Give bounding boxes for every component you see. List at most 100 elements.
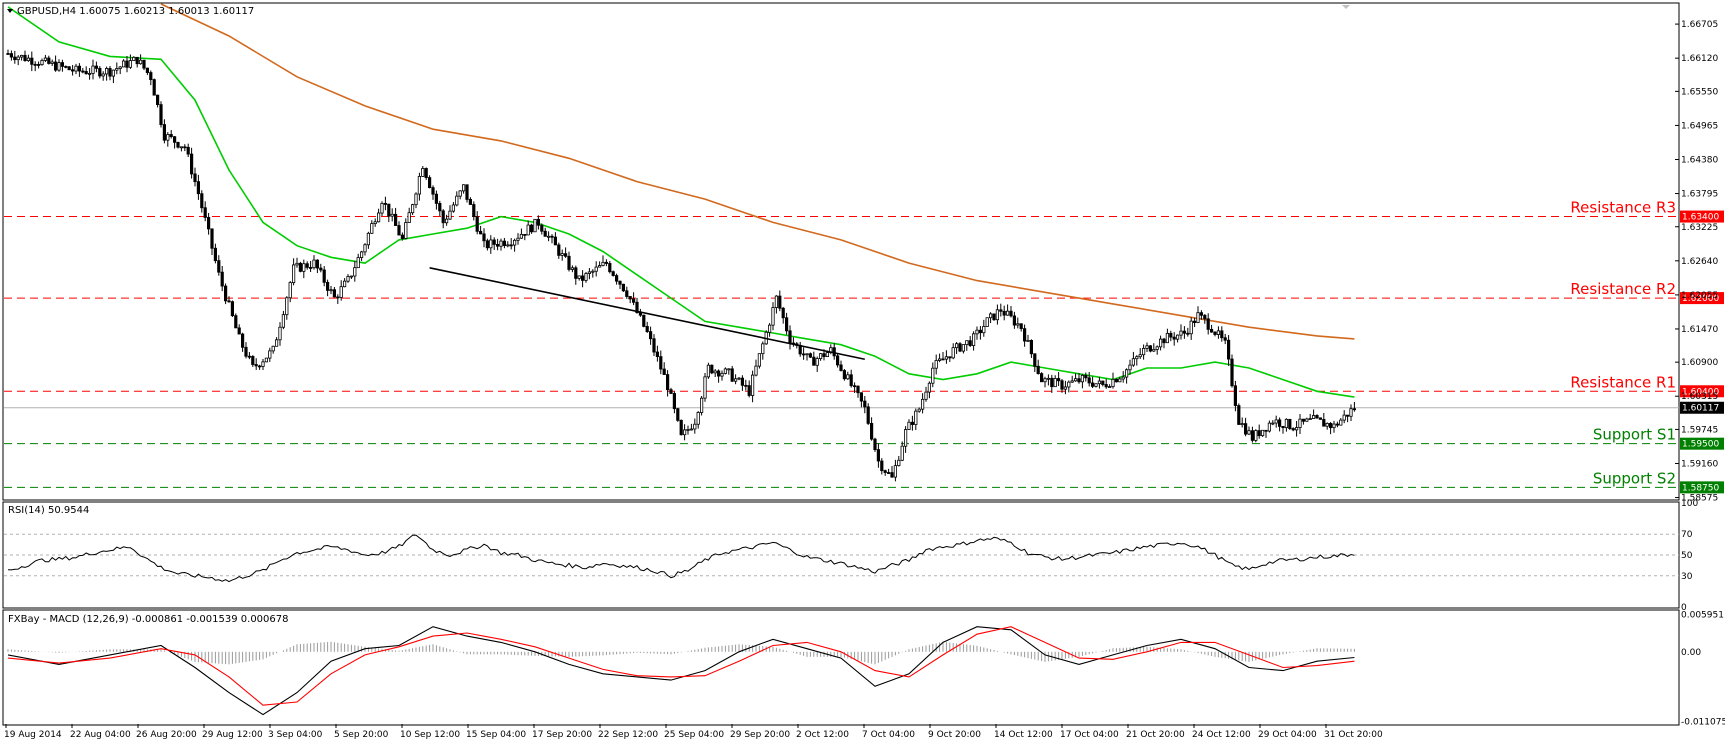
candle-body <box>1346 414 1350 417</box>
candle-body <box>1244 423 1248 435</box>
candle-body <box>781 307 785 319</box>
candle-body <box>567 255 571 270</box>
price-tick-label: 1.61470 <box>1681 325 1718 335</box>
candle-body <box>230 301 234 317</box>
candle-body <box>815 358 819 366</box>
candle-body <box>387 203 391 217</box>
candle-body <box>1267 422 1271 432</box>
candle-body <box>880 460 884 472</box>
candle-body <box>1264 429 1268 432</box>
candle-body <box>1118 378 1122 383</box>
candle-body <box>1060 380 1064 390</box>
candle-body <box>400 234 405 239</box>
candle-body <box>720 372 724 377</box>
candle-body <box>200 193 204 209</box>
candle-body <box>825 352 830 357</box>
macd-group: 0.005951 0.00 -0.011075 <box>7 610 1725 727</box>
price-axis: 1.66705 1.66120 1.65550 1.64965 1.64380 1.637… <box>1675 20 1718 504</box>
candle-body <box>703 376 707 399</box>
level-label-resistance-r1: Resistance R1 <box>1570 373 1676 391</box>
dropdown-arrow-icon[interactable] <box>7 9 13 13</box>
time-tick-label: 5 Sep 20:00 <box>334 730 389 740</box>
candle-body <box>1104 384 1108 388</box>
level-label-support-s1: Support S1 <box>1593 426 1676 444</box>
candle-body <box>346 276 350 282</box>
candle-body <box>587 271 592 274</box>
candle-body <box>723 368 728 374</box>
trading-chart[interactable]: Resistance R31.63400Resistance R21.62000… <box>0 0 1725 746</box>
candle-body <box>509 244 513 247</box>
level-price-label: 1.63400 <box>1682 213 1719 223</box>
candle-body <box>1070 380 1074 383</box>
candle-body <box>526 224 530 236</box>
candle-body <box>111 69 115 77</box>
candle-body <box>6 53 10 55</box>
candle-body <box>506 244 510 247</box>
candle-body <box>172 136 177 143</box>
candle-body <box>897 459 901 467</box>
candle-body <box>461 184 466 192</box>
candle-body <box>842 370 847 380</box>
candle-body <box>13 56 17 61</box>
candle-body <box>768 324 772 333</box>
candle-body <box>1220 330 1224 339</box>
candle-body <box>757 353 762 367</box>
candle-body <box>1193 320 1197 323</box>
candle-body <box>584 273 588 281</box>
candle-body <box>485 240 490 249</box>
time-tick-label: 7 Oct 04:00 <box>862 730 915 740</box>
candle-body <box>1077 378 1081 383</box>
candle-body <box>1237 405 1241 425</box>
candle-body <box>1114 378 1118 383</box>
candle-body <box>166 134 170 141</box>
moving-averages <box>7 3 1355 398</box>
candle-body <box>71 69 75 72</box>
candle-body <box>931 367 935 384</box>
candle-body <box>162 124 166 141</box>
candle-body <box>533 218 537 233</box>
candle-body <box>305 263 309 268</box>
candle-body <box>356 257 360 269</box>
time-tick-label: 22 Sep 12:00 <box>598 730 658 740</box>
candle-body <box>274 339 279 347</box>
candle-body <box>1043 378 1047 383</box>
candle-body <box>1329 423 1333 429</box>
candle-body <box>64 65 68 68</box>
candle-body <box>336 296 340 299</box>
candle-body <box>856 385 860 394</box>
candle-body <box>407 212 411 223</box>
candle-body <box>451 204 456 212</box>
candle-body <box>1033 353 1037 367</box>
candle-body <box>128 60 132 68</box>
candle-body <box>652 338 656 353</box>
chart-title: GBPUSD,H4 1.60075 1.60213 1.60013 1.6011… <box>17 6 254 17</box>
macd-panel-frame <box>2 609 1680 726</box>
time-tick-label: 29 Aug 12:00 <box>202 730 263 740</box>
candle-body <box>210 228 214 249</box>
candle-body <box>1261 429 1265 437</box>
candle-body <box>893 465 898 478</box>
candle-body <box>1067 381 1071 388</box>
macd-line <box>7 626 1355 716</box>
candle-body <box>693 423 697 430</box>
candle-body <box>982 326 986 334</box>
candle-body <box>706 364 711 378</box>
candle-body <box>628 296 632 300</box>
chart-scroll-marker-icon[interactable] <box>1342 5 1350 9</box>
candle-body <box>322 269 326 283</box>
price-grid: Resistance R31.63400Resistance R21.62000… <box>4 199 1724 494</box>
candle-body <box>455 195 459 206</box>
candle-body <box>325 281 330 291</box>
candle-body <box>883 470 887 473</box>
candle-body <box>621 283 626 292</box>
candle-body <box>737 377 741 380</box>
candle-body <box>662 368 666 375</box>
candle-body <box>618 280 622 285</box>
candle-body <box>444 218 449 224</box>
candle-body <box>577 275 581 279</box>
candle-body <box>1162 338 1166 344</box>
candle-body <box>478 230 483 235</box>
candle-body <box>30 57 34 65</box>
candle-body <box>308 267 313 269</box>
candle-body <box>1186 332 1190 335</box>
